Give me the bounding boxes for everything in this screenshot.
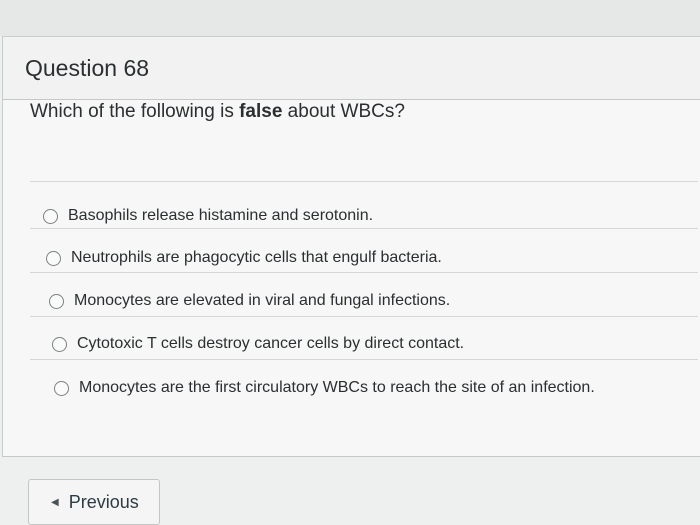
answer-option[interactable]: Neutrophils are phagocytic cells that en… bbox=[46, 249, 442, 267]
previous-button[interactable]: ◀ Previous bbox=[28, 479, 160, 525]
divider bbox=[30, 181, 698, 182]
divider bbox=[30, 359, 698, 360]
radio-button[interactable] bbox=[54, 380, 69, 396]
answer-option[interactable]: Basophils release histamine and serotoni… bbox=[43, 207, 373, 225]
question-header: Question 68 bbox=[3, 37, 700, 100]
divider bbox=[30, 228, 698, 229]
answer-option[interactable]: Monocytes are the first circulatory WBCs… bbox=[54, 379, 595, 397]
divider bbox=[30, 316, 698, 317]
question-emphasis: false bbox=[239, 101, 283, 122]
question-title: Question 68 bbox=[25, 55, 150, 81]
answer-option[interactable]: Monocytes are elevated in viral and fung… bbox=[49, 292, 450, 310]
top-strip bbox=[0, 0, 700, 36]
radio-button[interactable] bbox=[52, 336, 67, 352]
card-bottom-border bbox=[2, 456, 700, 457]
answer-option[interactable]: Cytotoxic T cells destroy cancer cells b… bbox=[52, 335, 464, 353]
caret-left-icon: ◀ bbox=[51, 496, 59, 508]
radio-button[interactable] bbox=[46, 250, 61, 266]
radio-button[interactable] bbox=[49, 293, 64, 309]
divider bbox=[30, 272, 698, 273]
radio-button[interactable] bbox=[43, 208, 58, 224]
question-text: Which of the following is false about WB… bbox=[30, 101, 405, 122]
